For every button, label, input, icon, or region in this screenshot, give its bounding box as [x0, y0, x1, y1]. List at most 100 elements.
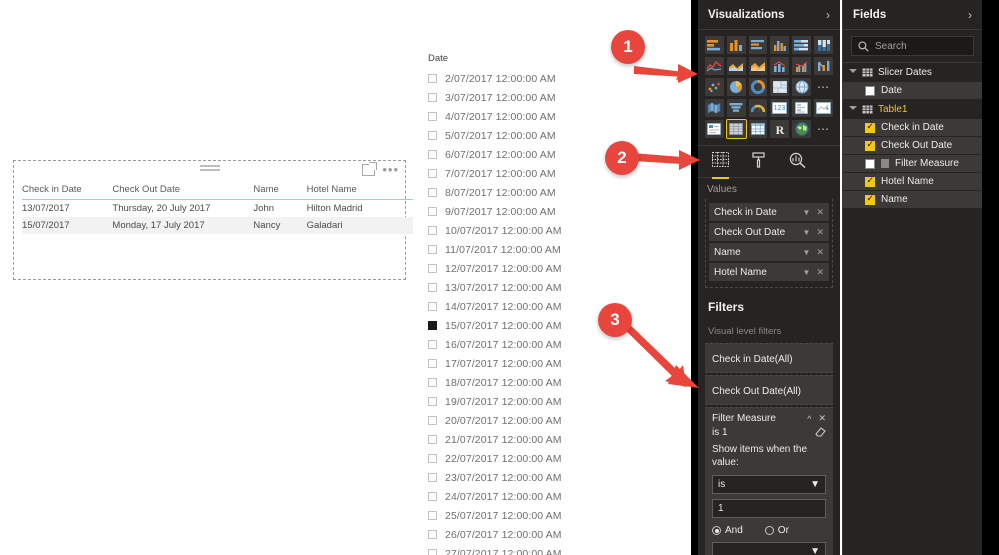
- slicer-checkbox[interactable]: [428, 169, 437, 178]
- radio-or[interactable]: Or: [764, 525, 789, 536]
- close-icon[interactable]: ✕: [816, 227, 824, 238]
- scatter-chart-icon[interactable]: [705, 78, 724, 96]
- 100-stacked-bar-chart-icon[interactable]: [792, 36, 812, 54]
- table-visual[interactable]: ••• Check in Date Check Out Date Name Ho…: [13, 160, 413, 280]
- r-script-visual-icon[interactable]: R: [770, 120, 790, 138]
- slicer-item[interactable]: 13/07/2017 12:00:00 AM: [428, 278, 598, 297]
- slicer-checkbox[interactable]: [428, 473, 437, 482]
- 100-stacked-column-chart-icon[interactable]: [814, 36, 833, 54]
- more-visuals-icon[interactable]: ⋯: [814, 120, 833, 138]
- visualization-pane-tabs[interactable]: [698, 146, 840, 179]
- field-well-item[interactable]: Check Out Date ▼ ✕: [709, 223, 829, 241]
- slicer-item[interactable]: 23/07/2017 12:00:00 AM: [428, 468, 598, 487]
- table-icon[interactable]: [725, 119, 747, 139]
- more-options-icon[interactable]: •••: [382, 163, 399, 176]
- column-header-name[interactable]: Name: [253, 183, 307, 200]
- filter-logic-radios[interactable]: And Or: [712, 525, 826, 536]
- expand-collapse-icon[interactable]: [849, 69, 857, 76]
- multi-row-card-icon[interactable]: [792, 99, 812, 117]
- slicer-item[interactable]: 3/07/2017 12:00:00 AM: [428, 88, 598, 107]
- filled-map-icon[interactable]: [705, 99, 724, 117]
- filter-card-header[interactable]: Filter Measure ^ ✕: [712, 413, 826, 424]
- slicer-item[interactable]: 16/07/2017 12:00:00 AM: [428, 335, 598, 354]
- slicer-item[interactable]: 5/07/2017 12:00:00 AM: [428, 126, 598, 145]
- funnel-chart-icon[interactable]: [726, 99, 746, 117]
- slicer-item[interactable]: 9/07/2017 12:00:00 AM: [428, 202, 598, 221]
- chevron-down-icon[interactable]: ▼: [803, 208, 811, 217]
- chevron-down-icon[interactable]: ▼: [803, 248, 811, 257]
- slicer-item[interactable]: 21/07/2017 12:00:00 AM: [428, 430, 598, 449]
- kpi-icon[interactable]: [814, 99, 833, 117]
- slicer-item[interactable]: 6/07/2017 12:00:00 AM: [428, 145, 598, 164]
- map-icon[interactable]: [792, 78, 812, 96]
- close-icon[interactable]: ✕: [816, 247, 824, 258]
- slicer-checkbox[interactable]: [428, 416, 437, 425]
- slicer-checkbox[interactable]: [428, 397, 437, 406]
- slicer-checkbox[interactable]: [428, 321, 437, 330]
- pie-chart-icon[interactable]: [726, 78, 746, 96]
- slicer-item[interactable]: 12/07/2017 12:00:00 AM: [428, 259, 598, 278]
- expand-collapse-icon[interactable]: [849, 106, 857, 113]
- chevron-down-icon[interactable]: ▼: [803, 228, 811, 237]
- visualization-gallery[interactable]: ⋯ 123 R ⋯: [698, 30, 840, 146]
- filter-value-input[interactable]: 1: [712, 499, 826, 518]
- line-clustered-column-icon[interactable]: [792, 57, 812, 75]
- slicer-checkbox[interactable]: [428, 530, 437, 539]
- field-checkbox[interactable]: [865, 121, 875, 133]
- slicer-checkbox[interactable]: [428, 511, 437, 520]
- slicer-item[interactable]: 20/07/2017 12:00:00 AM: [428, 411, 598, 430]
- fields-table-group[interactable]: Table1: [843, 100, 982, 119]
- date-slicer-visual[interactable]: Date 2/07/2017 12:00:00 AM 3/07/2017 12:0…: [428, 53, 598, 555]
- slicer-checkbox[interactable]: [428, 150, 437, 159]
- chevron-up-icon[interactable]: ^: [807, 414, 811, 424]
- data-table[interactable]: Check in Date Check Out Date Name Hotel …: [22, 183, 413, 234]
- field-well-item[interactable]: Name ▼ ✕: [709, 243, 829, 261]
- slicer-item-list[interactable]: 2/07/2017 12:00:00 AM 3/07/2017 12:00:00 …: [428, 69, 598, 555]
- field-item[interactable]: Name: [843, 191, 982, 208]
- fields-table-group[interactable]: Slicer Dates: [843, 63, 982, 82]
- close-icon[interactable]: ✕: [816, 267, 824, 278]
- field-item[interactable]: Check Out Date: [843, 137, 982, 154]
- filter-second-condition-dropdown[interactable]: ▼: [712, 542, 826, 555]
- filter-card[interactable]: Check Out Date(All): [705, 375, 833, 405]
- gauge-icon[interactable]: [748, 99, 768, 117]
- slicer-checkbox[interactable]: [428, 207, 437, 216]
- filter-card-filter-measure[interactable]: Filter Measure ^ ✕ is 1 Show items when …: [705, 407, 833, 555]
- stacked-bar-chart-icon[interactable]: [705, 36, 724, 54]
- slicer-item[interactable]: 26/07/2017 12:00:00 AM: [428, 525, 598, 544]
- field-checkbox[interactable]: [865, 158, 875, 169]
- slicer-checkbox[interactable]: [428, 112, 437, 121]
- slicer-item[interactable]: 27/07/2017 12:00:00 AM: [428, 544, 598, 555]
- slicer-item[interactable]: 15/07/2017 12:00:00 AM: [428, 316, 598, 335]
- slicer-checkbox[interactable]: [428, 340, 437, 349]
- radio-and[interactable]: And: [712, 525, 743, 536]
- slicer-item[interactable]: 4/07/2017 12:00:00 AM: [428, 107, 598, 126]
- slicer-checkbox[interactable]: [428, 264, 437, 273]
- field-well-values[interactable]: Check in Date ▼ ✕ Check Out Date ▼ ✕ Name ▼ ✕ Hot…: [705, 199, 833, 288]
- slicer-item[interactable]: 10/07/2017 12:00:00 AM: [428, 221, 598, 240]
- slicer-item[interactable]: 14/07/2017 12:00:00 AM: [428, 297, 598, 316]
- chevron-right-icon[interactable]: ›: [968, 8, 972, 22]
- fields-tab-icon[interactable]: [712, 152, 729, 179]
- stacked-area-chart-icon[interactable]: [748, 57, 768, 75]
- field-checkbox[interactable]: [865, 175, 875, 187]
- filter-card[interactable]: Check in Date(All): [705, 343, 833, 373]
- slicer-checkbox[interactable]: [428, 93, 437, 102]
- field-checkbox[interactable]: [865, 85, 875, 96]
- slicer-checkbox[interactable]: [428, 245, 437, 254]
- table-row[interactable]: 15/07/2017 Monday, 17 July 2017 Nancy Ga…: [22, 217, 413, 234]
- slicer-item[interactable]: 7/07/2017 12:00:00 AM: [428, 164, 598, 183]
- slicer-checkbox[interactable]: [428, 492, 437, 501]
- slicer-checkbox[interactable]: [428, 549, 437, 555]
- area-chart-icon[interactable]: [726, 57, 746, 75]
- slicer-item[interactable]: 8/07/2017 12:00:00 AM: [428, 183, 598, 202]
- slicer-checkbox[interactable]: [428, 283, 437, 292]
- slicer-icon[interactable]: [705, 120, 724, 138]
- filter-card-list[interactable]: Check in Date(All) Check Out Date(All): [698, 343, 840, 405]
- slicer-item[interactable]: 2/07/2017 12:00:00 AM: [428, 69, 598, 88]
- focus-mode-icon[interactable]: [362, 162, 378, 176]
- field-checkbox[interactable]: [865, 139, 875, 151]
- field-item[interactable]: Check in Date: [843, 119, 982, 136]
- field-checkbox[interactable]: [865, 193, 875, 205]
- stacked-column-chart-icon[interactable]: [726, 36, 746, 54]
